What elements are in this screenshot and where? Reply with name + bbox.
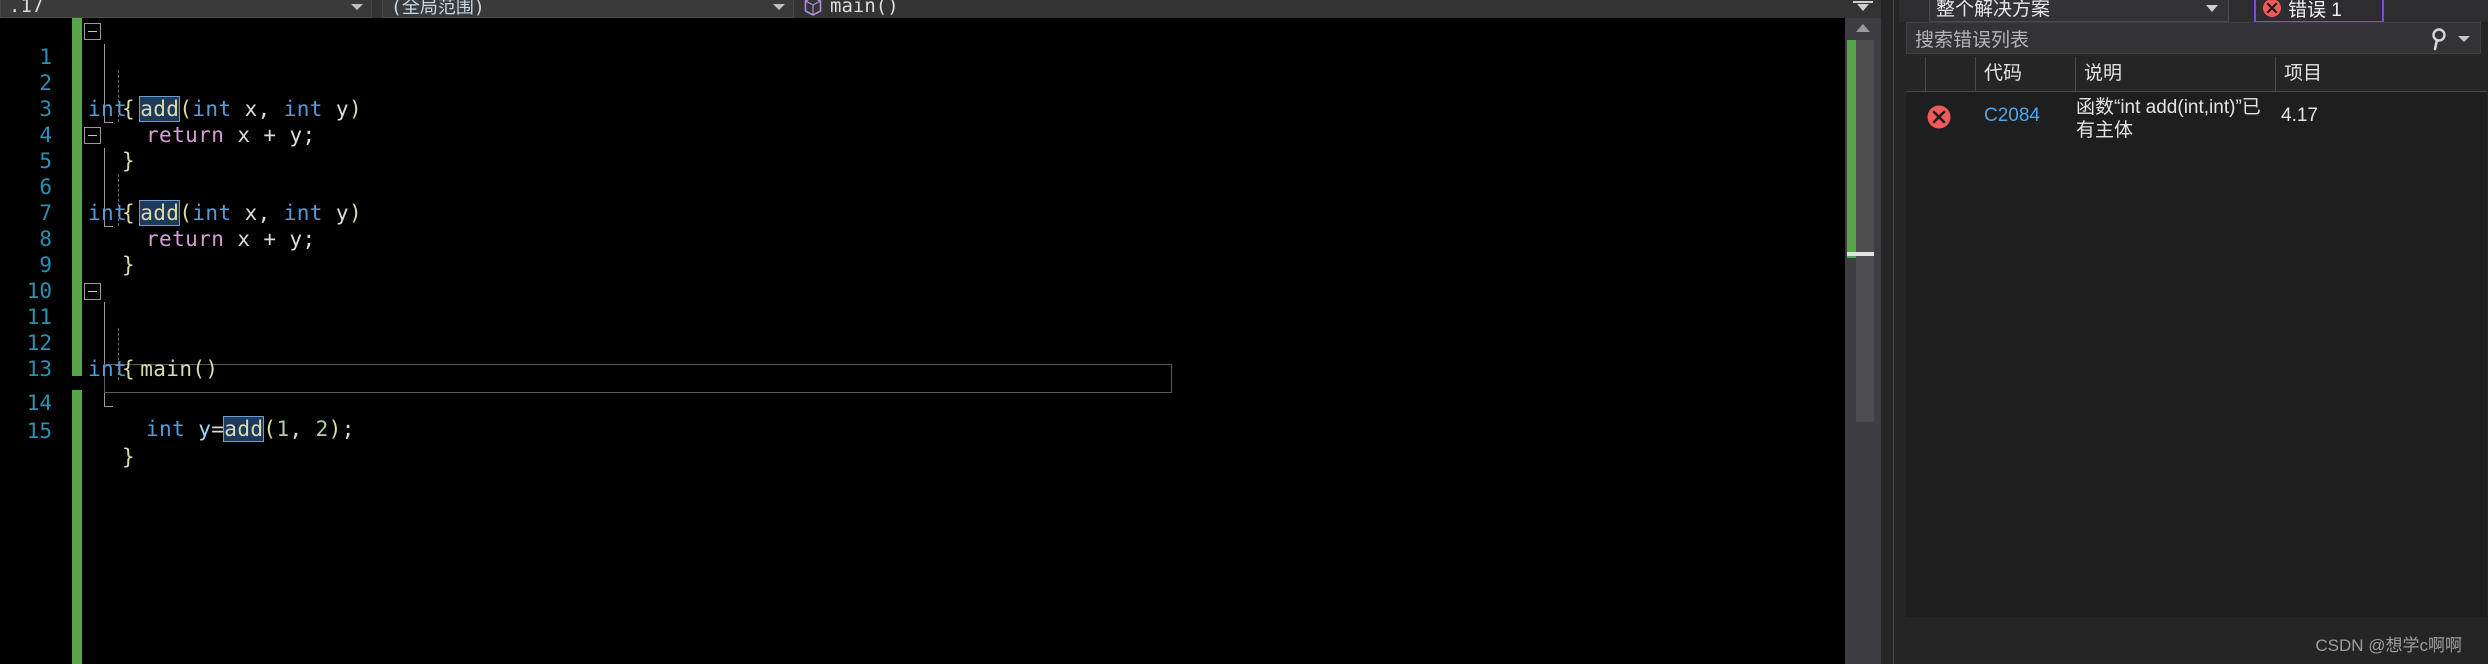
code-line[interactable]: 4 } <box>0 96 1845 173</box>
search-icon[interactable] <box>2428 27 2450 51</box>
code-line-current[interactable]: 14 int y=add(1, 2); <box>0 364 1845 442</box>
error-list-panel: 整个解决方案 错误 1 搜索错误列表 代码 说明 项目 C2084 函数“int… <box>1899 0 2488 664</box>
chevron-up-icon[interactable] <box>1856 24 1870 32</box>
scrollbar-caret-marker <box>1847 252 1874 256</box>
cube-icon <box>804 0 822 16</box>
error-circle-icon <box>1926 104 1952 130</box>
code-editor[interactable]: 1 int add(int x, int y) 2 { 3 return x +… <box>0 18 1845 664</box>
line-content: } <box>122 445 136 469</box>
code-line[interactable]: 5 int add(int x, int y) <box>0 122 1845 226</box>
line-number: 15 <box>26 419 52 443</box>
code-line[interactable]: 11 int main() <box>0 278 1845 381</box>
code-line[interactable]: 9 <box>0 226 1845 277</box>
chevron-down-icon <box>2206 5 2218 12</box>
column-header-description[interactable]: 说明 <box>2076 57 2276 91</box>
error-project: 4.17 <box>2281 105 2318 126</box>
fold-toggle-icon[interactable] <box>84 283 101 300</box>
table-row[interactable]: C2084 函数“int add(int,int)”已有主体 4.17 <box>1906 92 2487 141</box>
error-description: 函数“int add(int,int)”已有主体 <box>2076 97 2261 141</box>
line-content: int y=add(1, 2); <box>146 416 355 442</box>
column-header-description-label: 说明 <box>2084 63 2123 84</box>
error-scope-label: 整个解决方案 <box>1936 0 2051 20</box>
fold-toggle-icon[interactable] <box>84 127 101 144</box>
code-line[interactable]: 10 <box>0 252 1845 303</box>
code-line[interactable]: 6 { <box>0 148 1845 225</box>
watermark-text: CSDN @想学c啊啊 <box>2315 636 2462 655</box>
chevron-down-icon[interactable] <box>2458 36 2470 42</box>
scrollbar-thumb[interactable] <box>1856 40 1874 422</box>
panel-divider-line <box>1893 0 1894 664</box>
error-scope-selector[interactable]: 整个解决方案 <box>1929 0 2229 22</box>
error-search-placeholder: 搜索错误列表 <box>1915 29 2030 51</box>
error-filter-label: 错误 1 <box>2288 0 2342 21</box>
project-selector-combo[interactable]: .17 <box>0 0 372 18</box>
error-circle-icon <box>2262 0 2282 18</box>
fold-toggle-icon[interactable] <box>84 23 101 40</box>
code-line[interactable]: 1 int add(int x, int y) <box>0 18 1845 122</box>
error-list-table: 代码 说明 项目 C2084 函数“int add(int,int)”已有主体 … <box>1906 57 2487 617</box>
chevron-down-icon <box>773 4 785 10</box>
code-line[interactable]: 15 } <box>0 392 1845 469</box>
error-list-toolbar: 整个解决方案 错误 1 <box>1899 0 2488 22</box>
code-lines-container[interactable]: 1 int add(int x, int y) 2 { 3 return x +… <box>0 18 1845 664</box>
code-line[interactable]: 7 return x + y; <box>0 174 1845 251</box>
scrollbar-top-cap <box>1845 0 1881 18</box>
code-line[interactable]: 12 { <box>0 304 1845 381</box>
code-line[interactable]: 8 } <box>0 200 1845 277</box>
column-header-code[interactable]: 代码 <box>1976 57 2076 91</box>
scope-selector-combo[interactable]: (全局范围) <box>382 0 794 18</box>
error-table-header: 代码 说明 项目 <box>1906 57 2487 92</box>
code-line[interactable]: 13 <box>0 330 1845 381</box>
error-search-input[interactable]: 搜索错误列表 <box>1906 22 2481 54</box>
panel-divider <box>1881 0 1899 664</box>
error-code: C2084 <box>1984 105 2040 126</box>
code-line[interactable]: 2 { <box>0 44 1845 121</box>
scope-selector-label: (全局范围) <box>391 0 485 18</box>
editor-navigation-bar: .17 (全局范围) main() <box>0 0 1890 20</box>
column-header-severity[interactable] <box>1926 57 1976 91</box>
chevron-down-icon <box>351 4 363 10</box>
code-line[interactable]: 3 return x + y; <box>0 70 1845 147</box>
visual-studio-window: .17 (全局范围) main() 1 int add(int x, int y… <box>0 0 2488 664</box>
scrollbar-change-marker <box>1847 40 1856 258</box>
member-selector-combo[interactable]: main() <box>800 0 1870 18</box>
project-selector-label: .17 <box>9 0 44 17</box>
column-header-spacer <box>1906 57 1926 91</box>
error-filter-toggle[interactable]: 错误 1 <box>2254 0 2384 22</box>
chevron-down-icon[interactable] <box>1857 4 1869 11</box>
column-header-project[interactable]: 项目 <box>2276 57 2487 91</box>
editor-vertical-scrollbar[interactable] <box>1845 0 1881 664</box>
